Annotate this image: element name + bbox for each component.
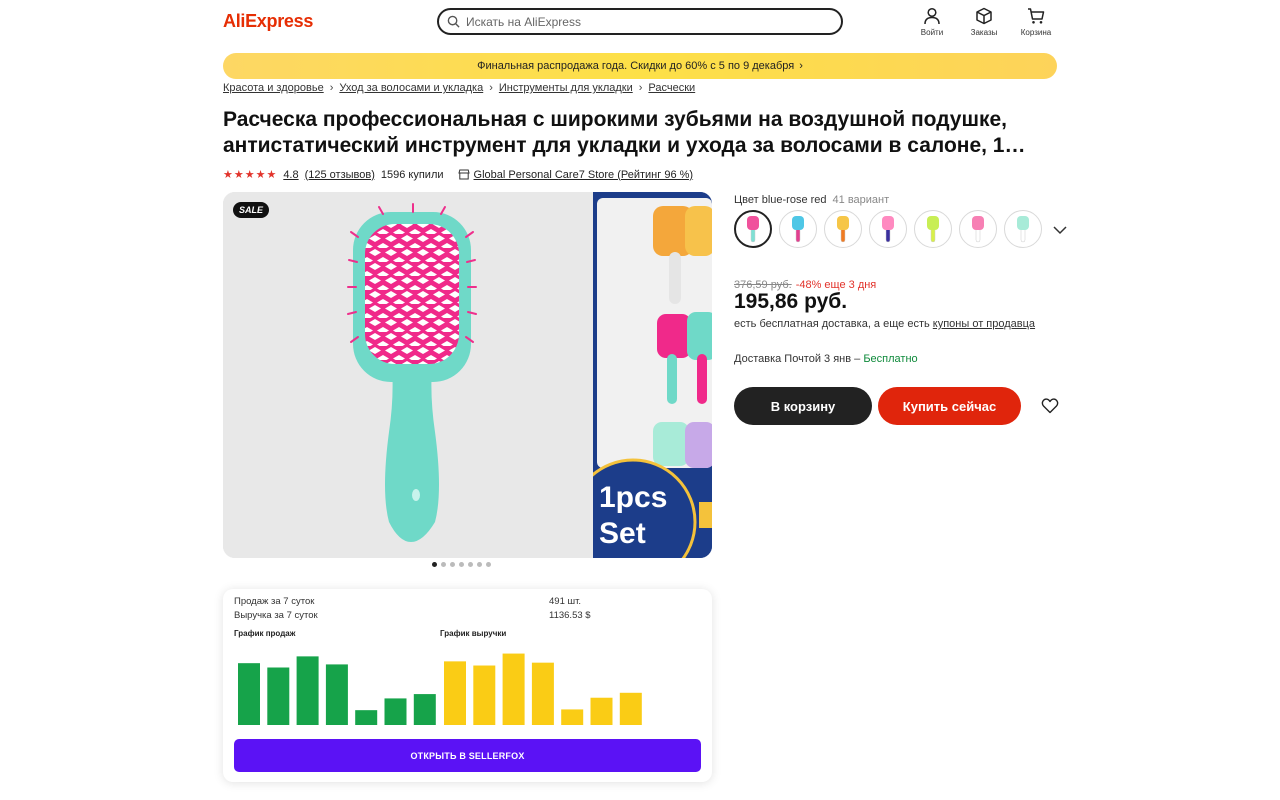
gallery-dot[interactable] (441, 562, 446, 567)
add-to-cart-button[interactable]: В корзину (734, 387, 872, 425)
breadcrumb-link[interactable]: Расчески (648, 82, 695, 94)
chart-bar (531, 662, 554, 725)
breadcrumb-link[interactable]: Инструменты для укладки (499, 82, 633, 94)
product-main-image[interactable] (223, 192, 590, 558)
chevron-right-icon: › (489, 82, 493, 94)
image-caption: 1pcs Set (599, 480, 667, 552)
variants-count: 41 вариант (832, 194, 890, 206)
login-button[interactable]: Войти (908, 7, 956, 37)
chart-bar (590, 697, 613, 725)
product-title: Расческа профессиональная с широкими зуб… (223, 108, 1026, 157)
cart-label: Корзина (1020, 28, 1052, 37)
color-swatch[interactable] (959, 210, 997, 248)
caption-line: 1pcs (599, 481, 668, 514)
gallery-pagination[interactable] (432, 562, 491, 567)
chart-bar (413, 694, 436, 725)
aliexpress-logo[interactable]: AliExpress (223, 11, 313, 32)
store-link[interactable]: Global Personal Care7 Store (Рейтинг 96 … (474, 169, 694, 181)
hairbrush-icon (837, 216, 849, 243)
delivery-separator: – (851, 353, 864, 365)
chevron-right-icon: › (329, 82, 334, 94)
orders-label: Заказы (970, 28, 998, 37)
cart-icon (1028, 8, 1045, 24)
hairbrush-icon (792, 216, 804, 243)
product-thumbnail-image[interactable]: 1pcs Set (593, 192, 712, 558)
buy-now-button[interactable]: Купить сейчас (878, 387, 1021, 425)
chart-bar (325, 664, 348, 725)
search-bar[interactable] (437, 8, 843, 35)
search-input[interactable] (466, 14, 826, 29)
delivery-text: Доставка Почтой 3 янв (734, 353, 852, 365)
gallery-dot[interactable] (486, 562, 491, 567)
store-icon (457, 169, 470, 180)
chart-bar (384, 698, 407, 725)
color-selector-label: Цвет blue-rose red 41 вариант (734, 194, 889, 206)
chart-bar (502, 653, 525, 725)
color-swatch[interactable] (824, 210, 862, 248)
gallery-dot[interactable] (432, 562, 437, 567)
product-gallery[interactable]: 1pcs Set SALE (223, 192, 712, 558)
free-shipping-text: есть бесплатная доставка, а еще есть (734, 318, 930, 330)
color-swatch[interactable] (779, 210, 817, 248)
chart-bar (355, 710, 378, 725)
hairbrush-icon (927, 216, 939, 243)
sellerfox-widget: Продаж за 7 суток 491 шт. Выручка за 7 с… (223, 589, 712, 782)
color-name: Цвет blue-rose red (734, 194, 827, 206)
color-swatches (734, 210, 1042, 248)
color-swatch[interactable] (734, 210, 772, 248)
delivery-free: Бесплатно (863, 353, 918, 365)
reviews-link[interactable]: (125 отзывов) (305, 169, 375, 181)
star-rating-icon: ★★★★★ (223, 169, 278, 181)
color-swatch[interactable] (914, 210, 952, 248)
login-label: Войти (920, 28, 944, 37)
hairbrush-image (223, 192, 590, 558)
chart-bar (619, 692, 642, 725)
chart-bar (267, 667, 290, 725)
chevron-down-icon[interactable] (1052, 224, 1068, 236)
rating-row: ★★★★★ 4.8 (125 отзывов) 1596 купили Glob… (223, 168, 694, 182)
breadcrumb-link[interactable]: Уход за волосами и укладка (339, 82, 483, 94)
gallery-dot[interactable] (468, 562, 473, 567)
current-price: 195,86 руб. (734, 290, 848, 313)
open-sellerfox-button[interactable]: ОТКРЫТЬ В SELLERFOX (234, 739, 701, 772)
chart-bar (561, 709, 584, 725)
free-shipping-note: есть бесплатная доставка, а еще есть куп… (734, 318, 1035, 330)
hairbrush-icon (747, 216, 759, 243)
delivery-info: Доставка Почтой 3 янв – Бесплатно (734, 353, 918, 365)
bought-count: 1596 купили (380, 168, 444, 181)
gallery-dot[interactable] (477, 562, 482, 567)
hairbrush-icon (1017, 216, 1029, 243)
chevron-right-icon: › (638, 82, 643, 94)
box-icon (976, 7, 992, 25)
chart-bar (296, 656, 319, 725)
promo-banner[interactable]: Финальная распродажа года. Скидки до 60%… (223, 53, 1057, 79)
gallery-dot[interactable] (450, 562, 455, 567)
promo-text: Финальная распродажа года. Скидки до 60%… (477, 60, 795, 72)
chart-bar (238, 663, 260, 725)
sale-badge: SALE (233, 202, 270, 218)
chevron-right-icon: › (799, 60, 803, 72)
user-icon (924, 7, 940, 25)
rating-value[interactable]: 4.8 (283, 169, 298, 181)
color-swatch[interactable] (1004, 210, 1042, 248)
breadcrumb-link[interactable]: Красота и здоровье (223, 82, 324, 94)
orders-button[interactable]: Заказы (960, 7, 1008, 37)
chart-bar (473, 665, 496, 725)
color-swatch[interactable] (869, 210, 907, 248)
gallery-dot[interactable] (459, 562, 464, 567)
cart-button[interactable]: Корзина (1012, 7, 1060, 37)
chart-bar (444, 661, 466, 725)
coupons-link[interactable]: купоны от продавца (933, 318, 1035, 330)
search-icon (447, 15, 460, 28)
caption-line: Set (599, 517, 646, 550)
hairbrush-icon (972, 216, 984, 243)
breadcrumb: Красота и здоровье › Уход за волосами и … (223, 82, 695, 94)
hairbrush-icon (882, 216, 894, 243)
heart-icon[interactable] (1041, 397, 1059, 414)
